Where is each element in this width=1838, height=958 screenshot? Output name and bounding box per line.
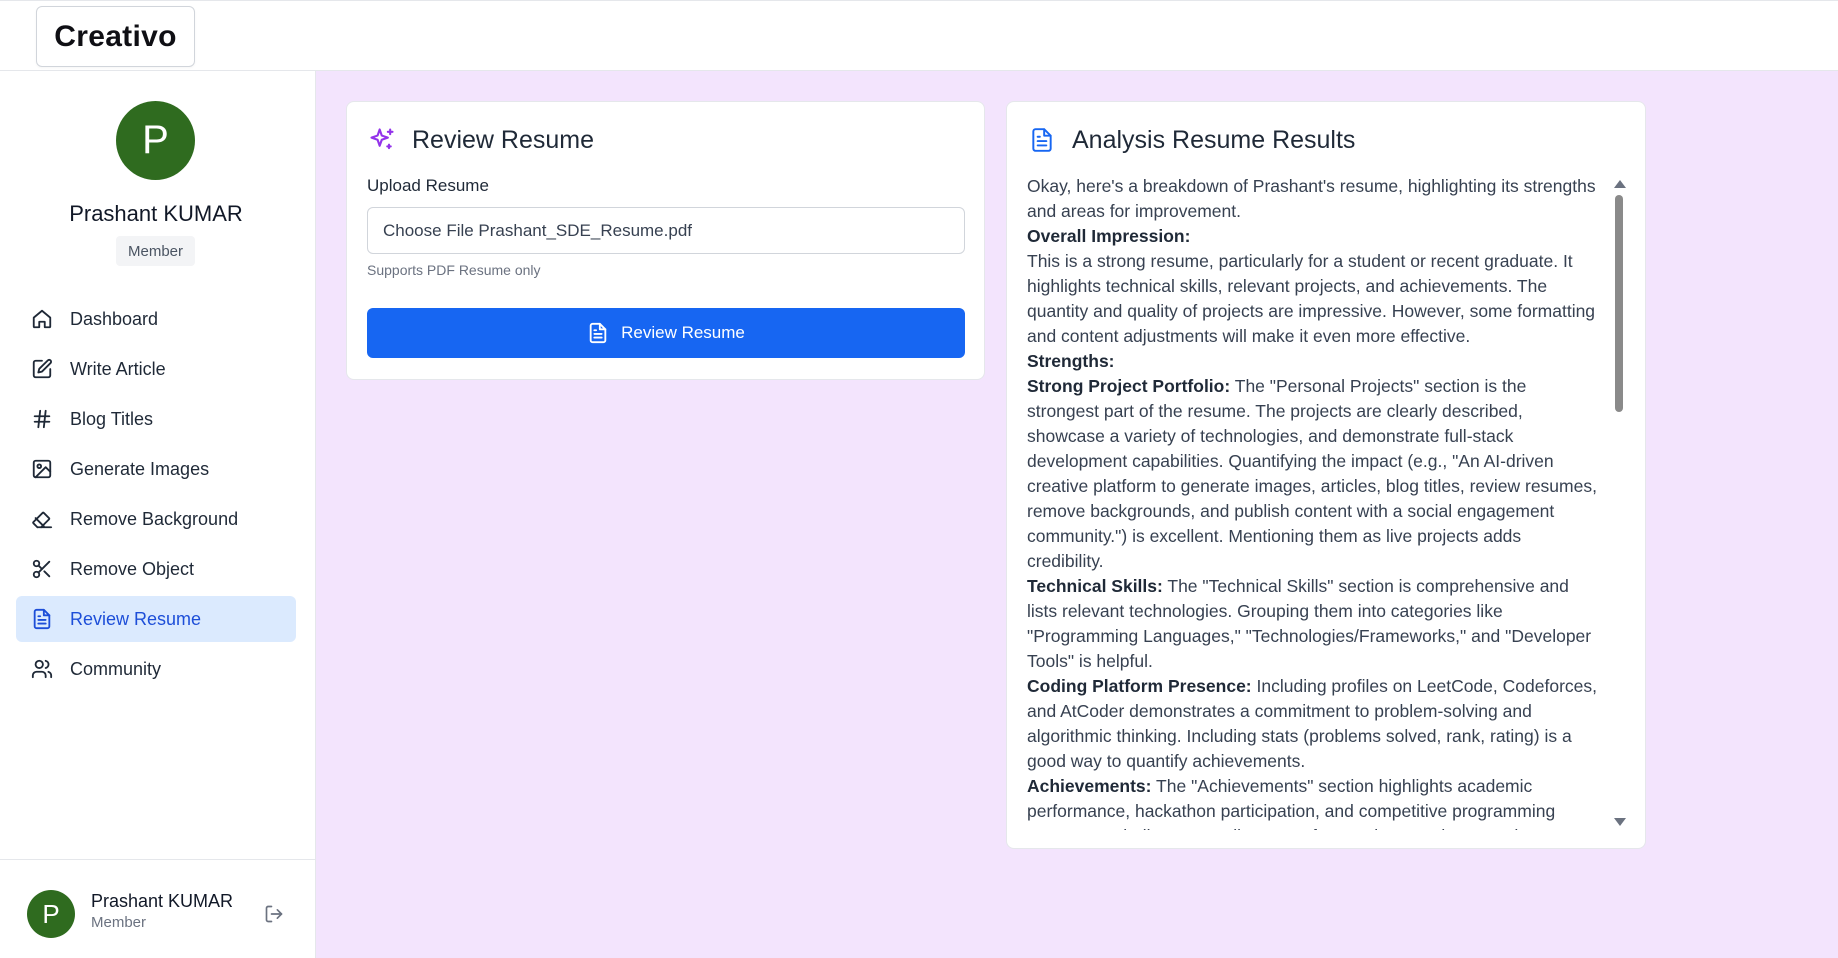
users-icon	[30, 657, 54, 681]
sidebar-item-generate-images[interactable]: Generate Images	[16, 446, 296, 492]
sidebar-item-dashboard[interactable]: Dashboard	[16, 296, 296, 342]
file-text-icon	[587, 322, 609, 344]
avatar[interactable]: P	[27, 890, 75, 938]
results-scrollbar[interactable]	[1612, 174, 1626, 830]
top-bar: Creativo	[0, 0, 1838, 71]
app-logo[interactable]: Creativo	[36, 6, 195, 67]
analysis-text[interactable]: Okay, here's a breakdown of Prashant's r…	[1027, 174, 1602, 830]
sidebar-item-label: Blog Titles	[70, 408, 154, 429]
sidebar-item-label: Review Resume	[70, 608, 202, 629]
sidebar-item-community[interactable]: Community	[16, 646, 296, 692]
review-resume-card: Review Resume Upload Resume Choose File …	[346, 101, 985, 380]
profile-name: Prashant KUMAR	[69, 201, 243, 226]
main-content: Review Resume Upload Resume Choose File …	[316, 71, 1838, 958]
results-title: Analysis Resume Results	[1072, 125, 1356, 154]
footer-user-role: Member	[91, 914, 147, 931]
analysis-paragraph: This is a strong resume, particularly fo…	[1027, 251, 1596, 346]
sidebar-item-label: Remove Object	[70, 558, 195, 579]
scissors-icon	[30, 557, 54, 581]
file-text-icon	[1027, 125, 1057, 155]
strength-heading: Coding Platform Presence:	[1027, 676, 1252, 696]
sidebar-nav: Dashboard Write Article Blog Titles Gene…	[16, 296, 296, 696]
review-title: Review Resume	[412, 125, 595, 154]
strength-item: Technical Skills: The "Technical Skills"…	[1027, 574, 1602, 674]
card-title: Review Resume	[367, 125, 594, 155]
strength-heading: Technical Skills:	[1027, 576, 1163, 596]
card-title: Analysis Resume Results	[1027, 125, 1355, 155]
avatar: P	[116, 101, 195, 180]
sidebar-footer: P Prashant KUMAR Member	[0, 859, 316, 958]
strength-item: Strong Project Portfolio: The "Personal …	[1027, 374, 1602, 574]
image-icon	[30, 457, 54, 481]
sidebar-item-label: Remove Background	[70, 508, 239, 529]
role-badge: Member	[116, 236, 195, 266]
sidebar-item-write-article[interactable]: Write Article	[16, 346, 296, 392]
sidebar-item-label: Community	[70, 658, 162, 679]
strength-text: The "Personal Projects" section is the s…	[1027, 376, 1597, 571]
section-heading: Strengths:	[1027, 351, 1115, 371]
upload-hint: Supports PDF Resume only	[367, 262, 541, 278]
sparkles-icon	[367, 125, 397, 155]
logout-icon[interactable]	[264, 904, 286, 926]
analysis-results-card: Analysis Resume Results Okay, here's a b…	[1006, 101, 1646, 849]
file-upload-input[interactable]: Choose File Prashant_SDE_Resume.pdf	[367, 207, 965, 254]
sidebar-item-remove-background[interactable]: Remove Background	[16, 496, 296, 542]
scroll-thumb[interactable]	[1615, 195, 1623, 412]
sidebar-item-remove-object[interactable]: Remove Object	[16, 546, 296, 592]
footer-user-name: Prashant KUMAR	[91, 891, 234, 911]
sidebar-item-label: Dashboard	[70, 308, 159, 329]
sidebar-item-label: Generate Images	[70, 458, 210, 479]
strength-heading: Strong Project Portfolio:	[1027, 376, 1231, 396]
sidebar-item-label: Write Article	[70, 358, 166, 379]
hash-icon	[30, 407, 54, 431]
section-heading: Overall Impression:	[1027, 226, 1191, 246]
upload-label: Upload Resume	[367, 176, 489, 195]
sidebar-item-blog-titles[interactable]: Blog Titles	[16, 396, 296, 442]
scroll-down-arrow[interactable]	[1614, 818, 1626, 826]
review-button-label: Review Resume	[621, 323, 745, 342]
scroll-up-arrow[interactable]	[1614, 180, 1626, 188]
edit-icon	[30, 357, 54, 381]
strength-item: Coding Platform Presence: Including prof…	[1027, 674, 1602, 774]
eraser-icon	[30, 507, 54, 531]
sidebar-item-review-resume[interactable]: Review Resume	[16, 596, 296, 642]
strength-heading: Achievements:	[1027, 776, 1152, 796]
analysis-intro: Okay, here's a breakdown of Prashant's r…	[1027, 176, 1596, 221]
file-text-icon	[30, 607, 54, 631]
review-resume-button[interactable]: Review Resume	[367, 308, 965, 358]
home-icon	[30, 307, 54, 331]
sidebar: P Prashant KUMAR Member Dashboard Write …	[0, 71, 316, 958]
strength-item: Achievements: The "Achievements" section…	[1027, 774, 1602, 830]
